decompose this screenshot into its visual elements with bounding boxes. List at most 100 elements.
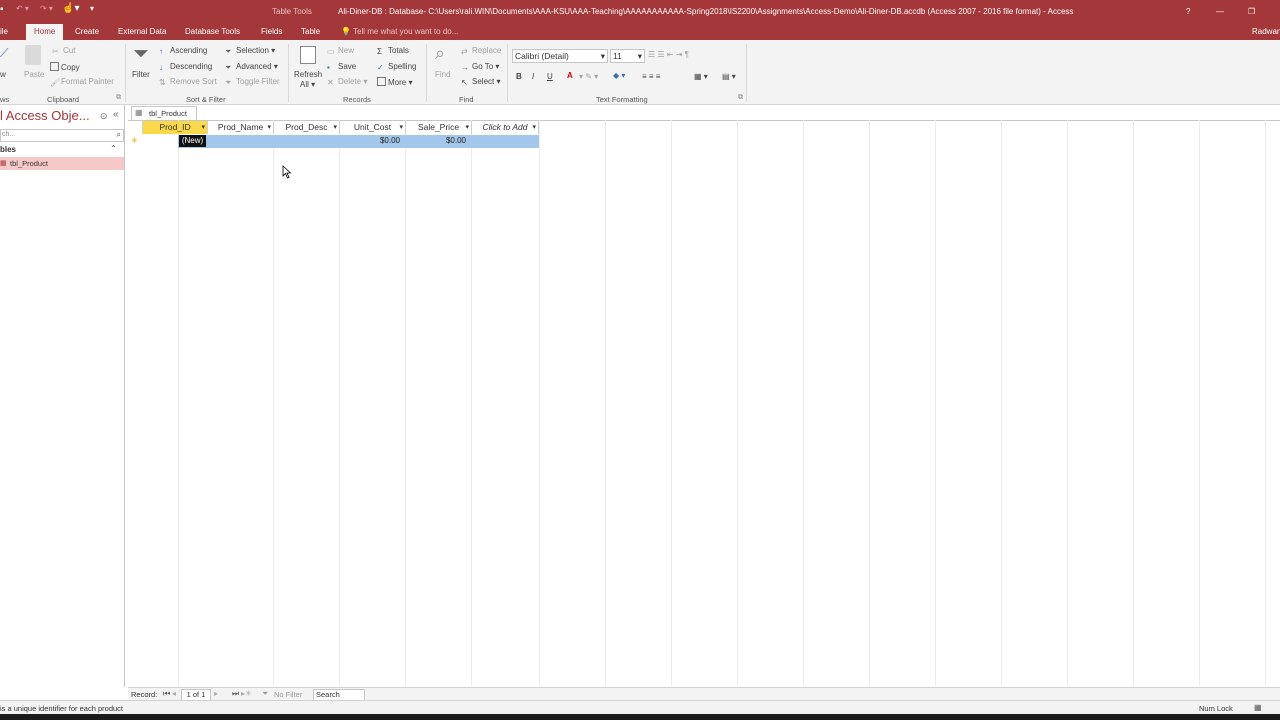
column-header-unit-cost[interactable]: Unit_Cost ▾ <box>340 121 406 134</box>
alternate-row-color-icon[interactable]: ▤ ▾ <box>722 72 736 81</box>
filter-button[interactable]: Filter <box>132 70 150 79</box>
column-header-prod-id[interactable]: Prod_ID ▾ <box>143 121 208 134</box>
tab-create[interactable]: Create <box>75 27 99 36</box>
tab-table[interactable]: Table <box>301 27 320 36</box>
delete-record-button[interactable]: ✕ Delete ▾ <box>327 77 367 87</box>
chevron-down-icon[interactable]: ▾ <box>333 121 337 134</box>
filter-icon[interactable]: ⏷ <box>133 43 149 66</box>
select-all-cell[interactable] <box>128 121 143 134</box>
chevron-down-icon[interactable]: ▾ <box>399 121 403 134</box>
spelling-button[interactable]: ✓ Spelling <box>377 62 416 72</box>
help-icon[interactable]: ? <box>1186 7 1190 16</box>
customize-qat-icon[interactable]: ▾ <box>90 4 94 13</box>
chevron-down-icon: ▾ <box>637 51 642 61</box>
column-header-click-to-add[interactable]: Click to Add ▾ <box>472 121 539 134</box>
chevron-down-icon[interactable]: ▾ <box>267 121 271 134</box>
paste-button[interactable]: Paste <box>24 70 44 79</box>
search-icon[interactable]: ⌕ <box>117 130 121 140</box>
restore-icon[interactable]: ❐ <box>1248 7 1255 16</box>
view-icon[interactable]: ⟋ <box>0 46 8 61</box>
no-filter-button[interactable]: No Filter <box>274 690 302 699</box>
refresh-all-button[interactable]: Refresh <box>294 70 322 79</box>
new-record-button[interactable]: ▭ New <box>327 46 354 56</box>
nav-options-icon[interactable]: ⊙ <box>100 111 108 122</box>
refresh-all-label[interactable]: All ▾ <box>300 80 315 89</box>
sale-price-cell[interactable]: $0.00 <box>406 136 466 148</box>
go-to-button[interactable]: → Go To ▾ <box>461 62 499 72</box>
advanced-button[interactable]: ⏷ Advanced ▾ <box>225 62 278 72</box>
tab-home[interactable]: Home <box>26 24 64 40</box>
format-painter-button[interactable]: 🖌Format Painter <box>50 77 114 87</box>
tables-section-header[interactable]: bles <box>0 145 16 154</box>
font-color-button[interactable]: A <box>567 71 573 80</box>
tab-file[interactable]: ile <box>0 27 8 36</box>
tab-database-tools[interactable]: Database Tools <box>185 27 240 36</box>
find-button[interactable]: Find <box>435 70 451 79</box>
chevron-down-icon[interactable]: ▾ <box>532 121 536 134</box>
underline-button[interactable]: U <box>547 72 553 81</box>
mouse-cursor-icon <box>282 165 292 179</box>
document-tab-tbl-product[interactable]: ▦ tbl_Product <box>131 106 197 120</box>
column-header-sale-price[interactable]: Sale_Price ▾ <box>406 121 472 134</box>
text-formatting-launcher-icon[interactable]: ⧉ <box>738 94 743 102</box>
italic-button[interactable]: I <box>532 72 534 81</box>
totals-button[interactable]: Σ Totals <box>377 46 409 56</box>
bullets-icon[interactable]: ☰ ☰ ⇤ ⇥ ¶ <box>648 50 689 59</box>
fill-color-icon[interactable]: ◆ ▾ <box>613 71 625 80</box>
table-icon: ▦ <box>0 160 7 167</box>
align-icons[interactable]: ≡ ≡ ≡ <box>642 72 660 81</box>
nav-pane-title[interactable]: l Access Obje... <box>0 108 90 123</box>
replace-button[interactable]: ⇄ Replace <box>461 46 501 56</box>
paste-icon[interactable] <box>25 45 41 65</box>
nav-item-tbl-product[interactable]: ▦ tbl_Product <box>0 157 124 170</box>
record-navigation-bar: Record: ⏮ ◂ 1 of 1 ▸ ⏭ ▸✳ ⏷ No Filter Se… <box>128 687 1280 701</box>
selection-button[interactable]: ⏷ Selection ▾ <box>225 46 275 56</box>
minimize-icon[interactable]: — <box>1216 7 1224 16</box>
first-record-icon[interactable]: ⏮ <box>163 689 170 699</box>
lightbulb-icon: 💡 <box>341 27 351 36</box>
font-name-dropdown[interactable]: Calibri (Detail) ▾ <box>512 49 608 63</box>
refresh-icon[interactable] <box>300 46 316 64</box>
undo-icon[interactable]: ↶ ▾ <box>16 4 29 13</box>
font-size-dropdown[interactable]: 11 ▾ <box>610 49 645 63</box>
nav-search-box[interactable]: ch... ⌕ <box>0 129 124 142</box>
save-record-button[interactable]: ▪ Save <box>327 62 356 72</box>
datasheet[interactable] <box>128 120 1280 687</box>
unit-cost-cell[interactable]: $0.00 <box>340 136 400 148</box>
column-header-prod-name[interactable]: Prod_Name ▾ <box>208 121 274 134</box>
collapse-pane-icon[interactable]: « <box>113 109 119 120</box>
last-record-icon[interactable]: ⏭ <box>232 689 239 699</box>
tab-external-data[interactable]: External Data <box>118 27 166 36</box>
touch-mode-icon[interactable]: ☝▾ <box>62 3 79 14</box>
cut-button[interactable]: ✂ Cut <box>52 46 75 56</box>
remove-sort-button[interactable]: ⇅ Remove Sort <box>159 77 217 87</box>
bold-button[interactable]: B <box>516 72 522 81</box>
tell-me-box[interactable]: Tell me what you want to do... <box>353 27 458 36</box>
clipboard-launcher-icon[interactable]: ⧉ <box>116 94 121 102</box>
chevron-down-icon[interactable]: ▾ <box>465 121 469 134</box>
ascending-button[interactable]: ↑ Ascending <box>159 46 207 56</box>
find-icon[interactable]: ⌕ <box>435 43 445 64</box>
previous-record-icon[interactable]: ◂ <box>172 689 176 698</box>
column-header-prod-desc[interactable]: Prod_Desc ▾ <box>274 121 340 134</box>
highlight-icon[interactable]: ▾ ✎ ▾ <box>579 72 598 81</box>
gridlines-icon[interactable]: ▦ ▾ <box>694 72 708 81</box>
datasheet-view-icon[interactable]: ▦ <box>1254 703 1262 712</box>
record-selector[interactable]: ✳ <box>128 135 142 148</box>
tab-fields[interactable]: Fields <box>261 27 282 36</box>
copy-button[interactable]: Copy <box>50 62 80 72</box>
new-record-nav-icon[interactable]: ▸✳ <box>241 689 252 698</box>
user-name[interactable]: Radwan <box>1252 27 1280 36</box>
more-button[interactable]: More ▾ <box>377 77 412 87</box>
chevron-up-icon[interactable]: ⌃ <box>110 144 117 153</box>
text-formatting-group-label: Text Formatting <box>596 95 648 104</box>
descending-button[interactable]: ↓ Descending <box>159 62 212 72</box>
prod-id-cell[interactable]: (New) <box>179 135 206 147</box>
chevron-down-icon[interactable]: ▾ <box>201 121 205 134</box>
next-record-icon[interactable]: ▸ <box>214 689 218 698</box>
cut-icon: ✂ <box>52 47 59 56</box>
toggle-filter-button[interactable]: ⏷ Toggle Filter <box>225 77 280 87</box>
redo-icon[interactable]: ↷ ▾ <box>40 4 53 13</box>
select-button[interactable]: ↖ Select ▾ <box>461 77 500 87</box>
save-icon[interactable]: ▪ <box>0 4 4 15</box>
